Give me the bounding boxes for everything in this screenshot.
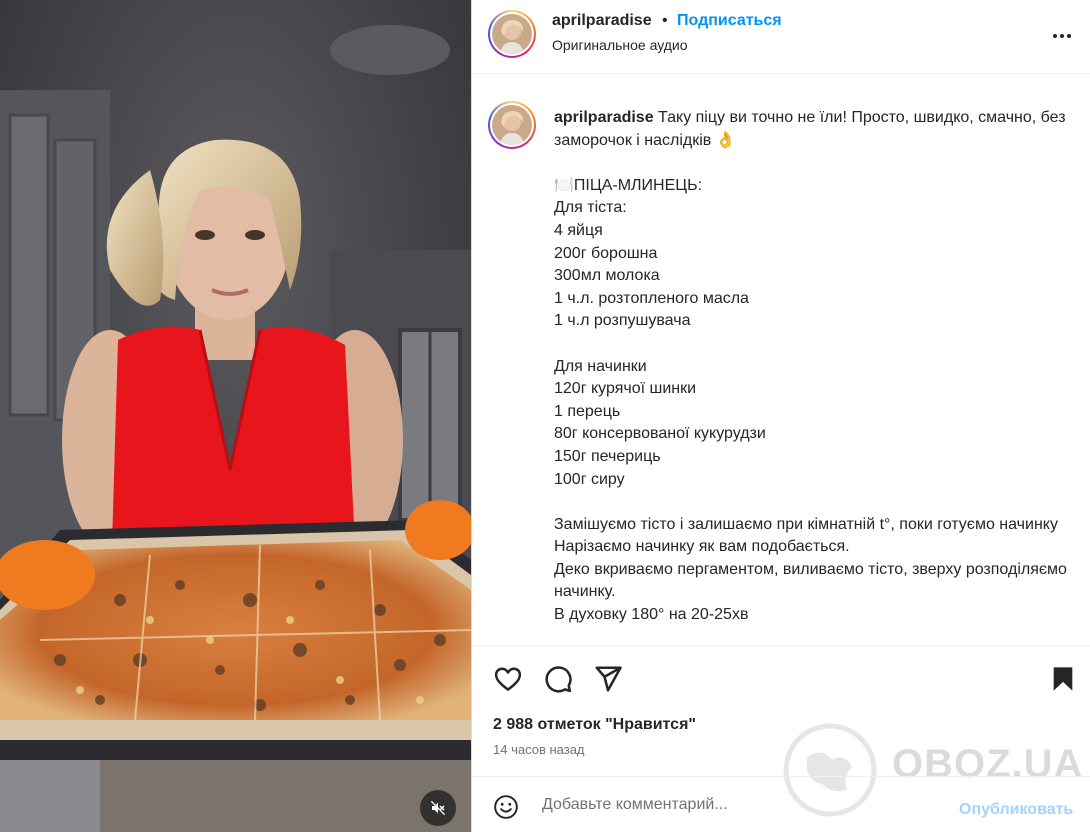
avatar-image (492, 105, 532, 145)
original-audio-link[interactable]: Оригинальное аудио (552, 37, 688, 53)
header-username[interactable]: aprilparadise (552, 12, 652, 30)
heart-icon[interactable] (493, 664, 523, 694)
post-header: aprilparadise • Подписаться Оригинальное… (472, 0, 1090, 74)
avatar-image (492, 14, 532, 54)
comment-input[interactable] (542, 793, 942, 817)
video-frame-image (0, 0, 471, 832)
emoji-icon[interactable] (493, 794, 519, 820)
caption-avatar[interactable] (488, 101, 536, 149)
share-icon[interactable] (593, 664, 623, 694)
speaker-muted-icon (430, 800, 446, 816)
post-panel: aprilparadise • Подписаться Оригинальное… (471, 0, 1090, 832)
action-bar (472, 645, 1090, 715)
caption-text: aprilparadise Таку піцу ви точно не їли!… (554, 107, 1074, 627)
comment-bar: Опубликовать (472, 776, 1090, 832)
likes-count[interactable]: 2 988 отметок "Нравится" (493, 716, 696, 734)
mute-button[interactable] (420, 790, 456, 826)
caption-area: aprilparadise Таку піцу ви точно не їли!… (472, 75, 1090, 645)
more-horizontal-icon[interactable] (1050, 24, 1074, 48)
follow-button[interactable]: Подписаться (677, 12, 782, 30)
publish-button[interactable]: Опубликовать (959, 801, 1073, 819)
caption-body: Таку піцу ви точно не їли! Просто, швидк… (554, 109, 1067, 624)
caption-username[interactable]: aprilparadise (554, 109, 654, 126)
post-time[interactable]: 14 часов назад (493, 742, 585, 757)
comment-icon[interactable] (543, 664, 573, 694)
reel-video[interactable] (0, 0, 471, 832)
bookmark-icon[interactable] (1049, 664, 1077, 694)
separator-dot: • (662, 12, 668, 29)
avatar[interactable] (488, 10, 536, 58)
